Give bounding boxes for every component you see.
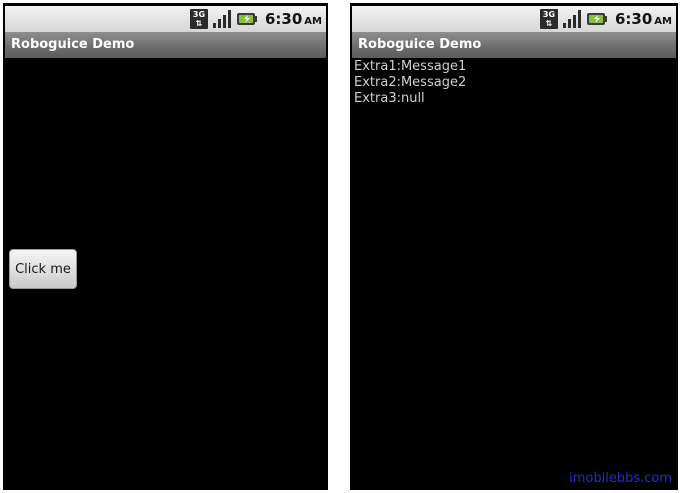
extra-line-2: Extra2:Message2 — [354, 75, 467, 90]
app-title: Roboguice Demo — [352, 32, 676, 58]
3g-icon: 3G ⇅ — [189, 9, 208, 29]
status-bar: 3G ⇅ 6:30 AM — [5, 6, 326, 32]
left-phone-screen: 3G ⇅ 6:30 AM Roboguice Demo Click me — [0, 0, 331, 493]
signal-bars-icon — [212, 9, 232, 29]
right-phone-screen: 3G ⇅ 6:30 AM Roboguice Demo Extra1:Messa… — [347, 0, 681, 493]
status-icons: 3G ⇅ 6:30 AM — [539, 6, 672, 32]
extra-line-1: Extra1:Message1 — [354, 59, 467, 74]
watermark: imobilebbs.com — [569, 471, 672, 486]
3g-icon: 3G ⇅ — [539, 9, 558, 29]
click-me-button[interactable]: Click me — [9, 249, 77, 289]
network-label: 3G — [192, 10, 206, 19]
clock: 6:30 AM — [265, 10, 322, 28]
extras-list: Extra1:Message1 Extra2:Message2 Extra3:n… — [354, 59, 466, 107]
battery-charging-icon — [586, 10, 608, 28]
extra-line-3: Extra3:null — [354, 91, 425, 106]
clock-time: 6:30 — [614, 10, 653, 28]
clock: 6:30 AM — [615, 10, 672, 28]
data-arrows: ⇅ — [195, 19, 203, 28]
status-icons: 3G ⇅ 6:30 AM — [189, 6, 322, 32]
status-bar: 3G ⇅ 6:30 AM — [352, 6, 676, 32]
clock-ampm: AM — [654, 16, 672, 27]
network-label: 3G — [542, 10, 556, 19]
clock-time: 6:30 — [264, 10, 303, 28]
data-arrows: ⇅ — [545, 19, 553, 28]
app-title: Roboguice Demo — [5, 32, 326, 58]
signal-bars-icon — [562, 9, 582, 29]
clock-ampm: AM — [304, 16, 322, 27]
battery-charging-icon — [236, 10, 258, 28]
